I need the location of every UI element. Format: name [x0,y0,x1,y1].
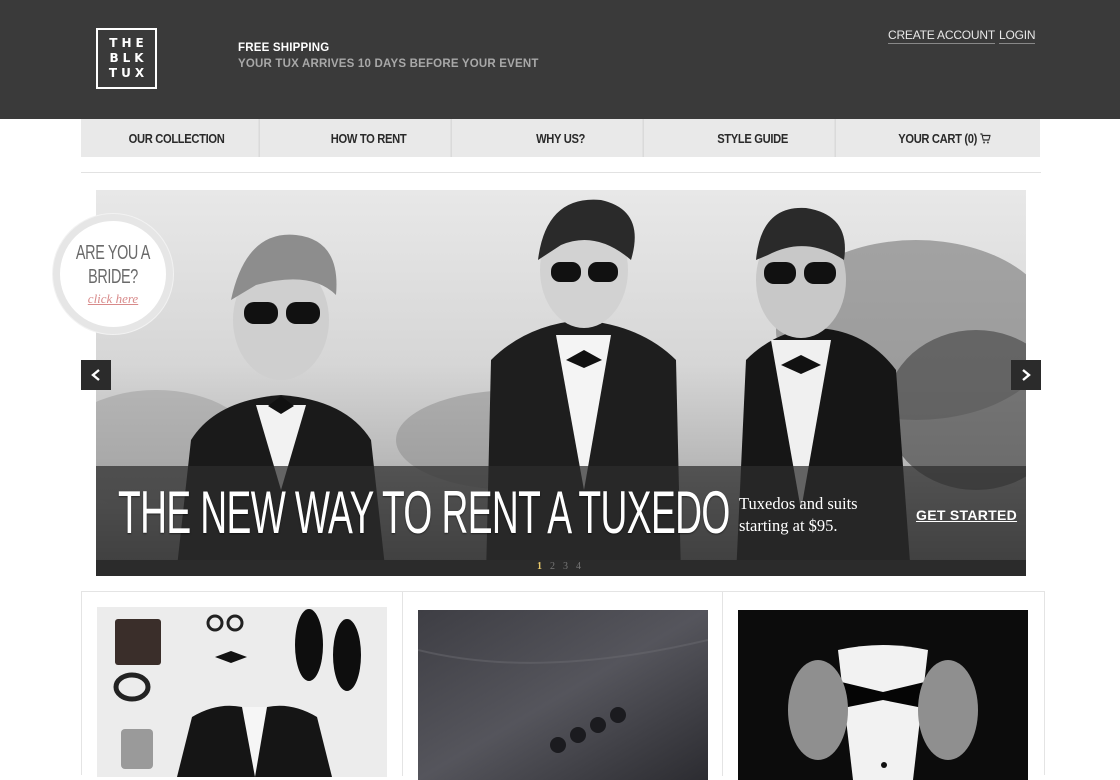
hero-subtext-line-2: starting at $95. [739,516,838,535]
site-header: THE BLK TUX FREE SHIPPING YOUR TUX ARRIV… [0,0,1120,119]
get-started-link[interactable]: GET STARTED [916,507,1017,523]
main-nav: OUR COLLECTION HOW TO RENT WHY US? STYLE… [81,119,1040,157]
shipping-title: FREE SHIPPING [238,42,330,54]
shipping-notice: FREE SHIPPING YOUR TUX ARRIVES 10 DAYS B… [238,42,539,70]
hero-subtext: Tuxedos and suits starting at $95. [739,493,858,537]
bride-line-1: ARE YOU A [75,242,151,264]
feature-card-bowtie[interactable] [723,592,1044,780]
nav-item-style-guide[interactable]: STYLE GUIDE [670,119,836,157]
feature-cards [81,591,1045,780]
bride-click-here-link[interactable]: click here [60,291,166,307]
slide-pager: 1 2 3 4 [96,560,1026,576]
nav-label: STYLE GUIDE [717,130,788,146]
nav-label: OUR COLLECTION [128,130,225,146]
accessories-image [97,607,387,777]
slide-dot-2[interactable]: 2 [550,561,555,572]
nav-item-why-us[interactable]: WHY US? [478,119,644,157]
logo-line-3: TUX [108,66,149,80]
logo-line-2: BLK [109,51,148,65]
nav-divider [81,172,1041,173]
nav-item-our-collection[interactable]: OUR COLLECTION [94,119,260,157]
fabric-image [417,610,708,780]
nav-label: HOW TO RENT [330,130,407,146]
hero-subtext-line-1: Tuxedos and suits [739,494,858,513]
slide-dot-1[interactable]: 1 [537,561,542,572]
bride-badge[interactable]: ARE YOU A BRIDE? click here [53,214,173,334]
hero-slider: THE NEW WAY TO RENT A TUXEDO Tuxedos and… [96,190,1026,576]
bride-question: ARE YOU A BRIDE? [75,241,151,289]
slide-dot-3[interactable]: 3 [563,561,568,572]
feature-card-accessories[interactable] [82,592,403,777]
slide-dot-4[interactable]: 4 [576,561,581,572]
bride-line-2: BRIDE? [88,266,138,288]
logo-line-1: THE [109,36,148,50]
bowtie-image [738,610,1029,780]
slider-next-button[interactable] [1011,360,1041,390]
nav-label: YOUR CART (0) [898,130,977,146]
site-logo[interactable]: THE BLK TUX [96,28,157,89]
chevron-left-icon [91,369,100,381]
hero-caption: THE NEW WAY TO RENT A TUXEDO Tuxedos and… [96,466,1026,560]
login-link[interactable]: LOGIN [999,28,1036,44]
create-account-link[interactable]: CREATE ACCOUNT [888,28,995,44]
nav-item-how-to-rent[interactable]: HOW TO RENT [286,119,452,157]
hero-headline: THE NEW WAY TO RENT A TUXEDO [118,479,730,546]
shipping-subtitle: YOUR TUX ARRIVES 10 DAYS BEFORE YOUR EVE… [238,58,539,70]
slider-prev-button[interactable] [81,360,111,390]
nav-item-your-cart[interactable]: YOUR CART (0) [862,119,1026,157]
cart-icon [980,132,991,143]
feature-card-fabric[interactable] [403,592,724,780]
chevron-right-icon [1022,369,1031,381]
nav-label: WHY US? [536,130,586,146]
